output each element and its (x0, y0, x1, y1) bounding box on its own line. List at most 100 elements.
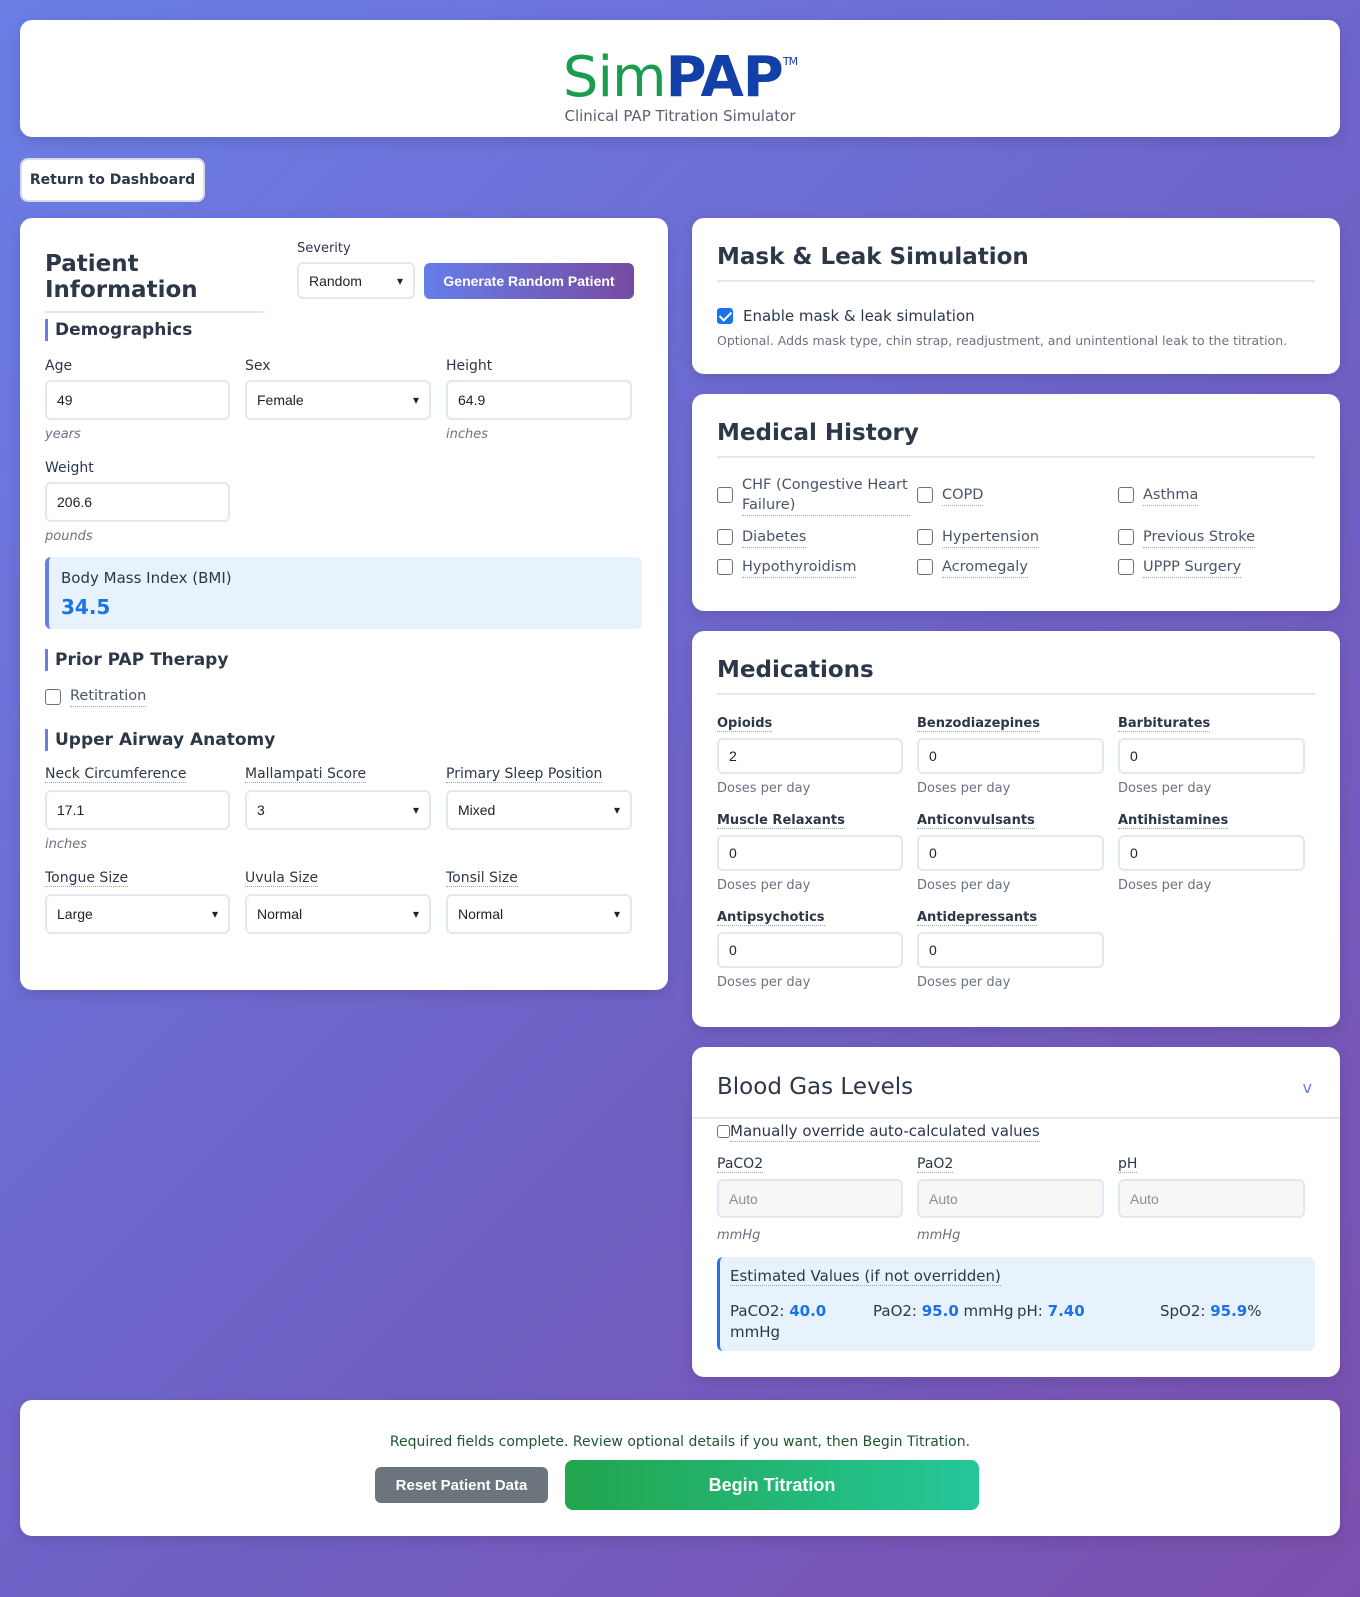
completion-message: Required fields complete. Review optiona… (389, 1434, 971, 1450)
history-checkbox[interactable] (917, 487, 933, 503)
override-label: Manually override auto-calculated values (730, 1122, 1040, 1142)
ph-input[interactable]: Auto (1118, 1179, 1305, 1218)
mallampati-value: 3 (257, 802, 265, 818)
neck-circumference-label: Neck Circumference (45, 766, 187, 783)
medical-history-card: Medical History CHF (Congestive Heart Fa… (692, 394, 1340, 611)
tonsil-size-select[interactable]: Normal ▾ (446, 894, 632, 934)
begin-titration-button[interactable]: Begin Titration (565, 1460, 979, 1510)
retitration-label: Retitration (70, 686, 147, 707)
chevron-down-icon: ▾ (412, 393, 419, 407)
height-unit: inches (446, 427, 489, 442)
paco2-label: PaCO2 (717, 1156, 764, 1173)
pao2-input[interactable]: Auto (917, 1179, 1104, 1218)
reset-patient-data-button[interactable]: Reset Patient Data (375, 1467, 548, 1503)
history-checkbox[interactable] (1118, 487, 1134, 503)
enable-mask-checkbox[interactable] (717, 308, 733, 324)
medication-dose-input[interactable]: 0 (1118, 835, 1305, 871)
demographics-heading: Demographics (45, 319, 192, 341)
bmi-label: Body Mass Index (BMI) (61, 569, 232, 587)
medication-unit: Doses per day (1118, 878, 1212, 893)
medication-label: Antihistamines (1118, 813, 1229, 829)
history-checkbox[interactable] (717, 487, 733, 503)
chevron-down-icon: ▾ (412, 803, 419, 817)
medication-dose-input[interactable]: 0 (717, 835, 903, 871)
height-label: Height (446, 358, 493, 374)
mask-leak-card: Mask & Leak Simulation Enable mask & lea… (692, 218, 1340, 374)
prior-pap-heading: Prior PAP Therapy (45, 649, 228, 671)
history-checkbox[interactable] (1118, 559, 1134, 575)
collapse-chevron-icon[interactable]: v (1303, 1078, 1312, 1097)
estimated-values-panel: Estimated Values (if not overridden) PaC… (717, 1257, 1315, 1351)
patient-information-card: Patient Information Severity Random ▾ Gen… (20, 218, 668, 990)
tonsil-size-value: Normal (458, 906, 504, 922)
mask-description: Optional. Adds mask type, chin strap, re… (717, 333, 1288, 348)
age-input[interactable]: 49 (45, 380, 230, 420)
sex-label: Sex (245, 358, 271, 374)
history-item-label: Asthma (1143, 485, 1199, 506)
history-item-label: COPD (942, 485, 984, 506)
est-spo2: SpO2: 95.9% (1160, 1302, 1262, 1320)
override-checkbox[interactable] (717, 1125, 730, 1138)
est-pao2: PaO2: 95.0 mmHg (873, 1302, 1014, 1320)
history-item-label: Hypothyroidism (742, 557, 857, 578)
return-to-dashboard-button[interactable]: Return to Dashboard (20, 158, 205, 202)
history-item-label: Previous Stroke (1143, 527, 1256, 548)
medication-unit: Doses per day (917, 878, 1011, 893)
history-checkbox[interactable] (917, 559, 933, 575)
medication-unit: Doses per day (717, 975, 811, 990)
history-checkbox[interactable] (717, 529, 733, 545)
history-checkbox[interactable] (917, 529, 933, 545)
medication-unit: Doses per day (917, 781, 1011, 796)
neck-circumference-input[interactable]: 17.1 (45, 790, 230, 830)
weight-input[interactable]: 206.6 (45, 482, 230, 522)
history-item-label: Acromegaly (942, 557, 1028, 578)
sleep-position-select[interactable]: Mixed ▾ (446, 790, 632, 830)
medication-label: Anticonvulsants (917, 813, 1035, 829)
severity-select[interactable]: Random ▾ (297, 262, 415, 299)
paco2-input[interactable]: Auto (717, 1179, 903, 1218)
uvula-size-select[interactable]: Normal ▾ (245, 894, 431, 934)
medication-unit: Doses per day (717, 781, 811, 796)
weight-unit: pounds (45, 529, 93, 544)
history-item-label: CHF (Congestive Heart Failure) (742, 475, 910, 516)
medication-unit: Doses per day (717, 878, 811, 893)
medication-dose-input[interactable]: 0 (917, 835, 1104, 871)
mallampati-select[interactable]: 3 ▾ (245, 790, 431, 830)
severity-value: Random (309, 272, 362, 289)
pao2-unit: mmHg (917, 1228, 961, 1243)
history-checkbox[interactable] (1118, 529, 1134, 545)
history-item-label: Diabetes (742, 527, 807, 548)
medication-unit: Doses per day (1118, 781, 1212, 796)
generate-random-patient-button[interactable]: Generate Random Patient (424, 263, 634, 299)
mallampati-label: Mallampati Score (245, 766, 367, 783)
chevron-down-icon: ▾ (211, 907, 218, 921)
sex-select[interactable]: Female ▾ (245, 380, 431, 420)
bmi-panel: Body Mass Index (BMI) 34.5 (45, 557, 642, 629)
severity-label: Severity (297, 241, 351, 256)
ph-label: pH (1118, 1156, 1138, 1173)
uvula-size-value: Normal (257, 906, 303, 922)
pao2-label: PaO2 (917, 1156, 954, 1173)
medical-history-title: Medical History (717, 420, 1315, 458)
uvula-size-label: Uvula Size (245, 870, 319, 887)
medications-card: Medications Opioids 2 Doses per day Benzodi… (692, 631, 1340, 1027)
medication-dose-input[interactable]: 2 (717, 738, 903, 774)
medication-unit: Doses per day (917, 975, 1011, 990)
height-input[interactable]: 64.9 (446, 380, 632, 420)
upper-airway-heading: Upper Airway Anatomy (45, 729, 275, 751)
tongue-size-select[interactable]: Large ▾ (45, 894, 230, 934)
medication-dose-input[interactable]: 0 (717, 932, 903, 968)
footer-card: Required fields complete. Review optiona… (20, 1400, 1340, 1536)
medication-dose-input[interactable]: 0 (1118, 738, 1305, 774)
history-checkbox[interactable] (717, 559, 733, 575)
chevron-down-icon: ▾ (412, 907, 419, 921)
chevron-down-icon: ▾ (613, 803, 620, 817)
app-header: SimPAPTM Clinical PAP Titration Simulato… (20, 20, 1340, 137)
medication-dose-input[interactable]: 0 (917, 738, 1104, 774)
medication-dose-input[interactable]: 0 (917, 932, 1104, 968)
mask-leak-title: Mask & Leak Simulation (717, 244, 1315, 282)
blood-gas-title: Blood Gas Levels (717, 1074, 914, 1100)
retitration-checkbox[interactable] (45, 689, 61, 705)
medication-label: Barbiturates (1118, 716, 1211, 732)
medication-label: Antidepressants (917, 910, 1038, 926)
